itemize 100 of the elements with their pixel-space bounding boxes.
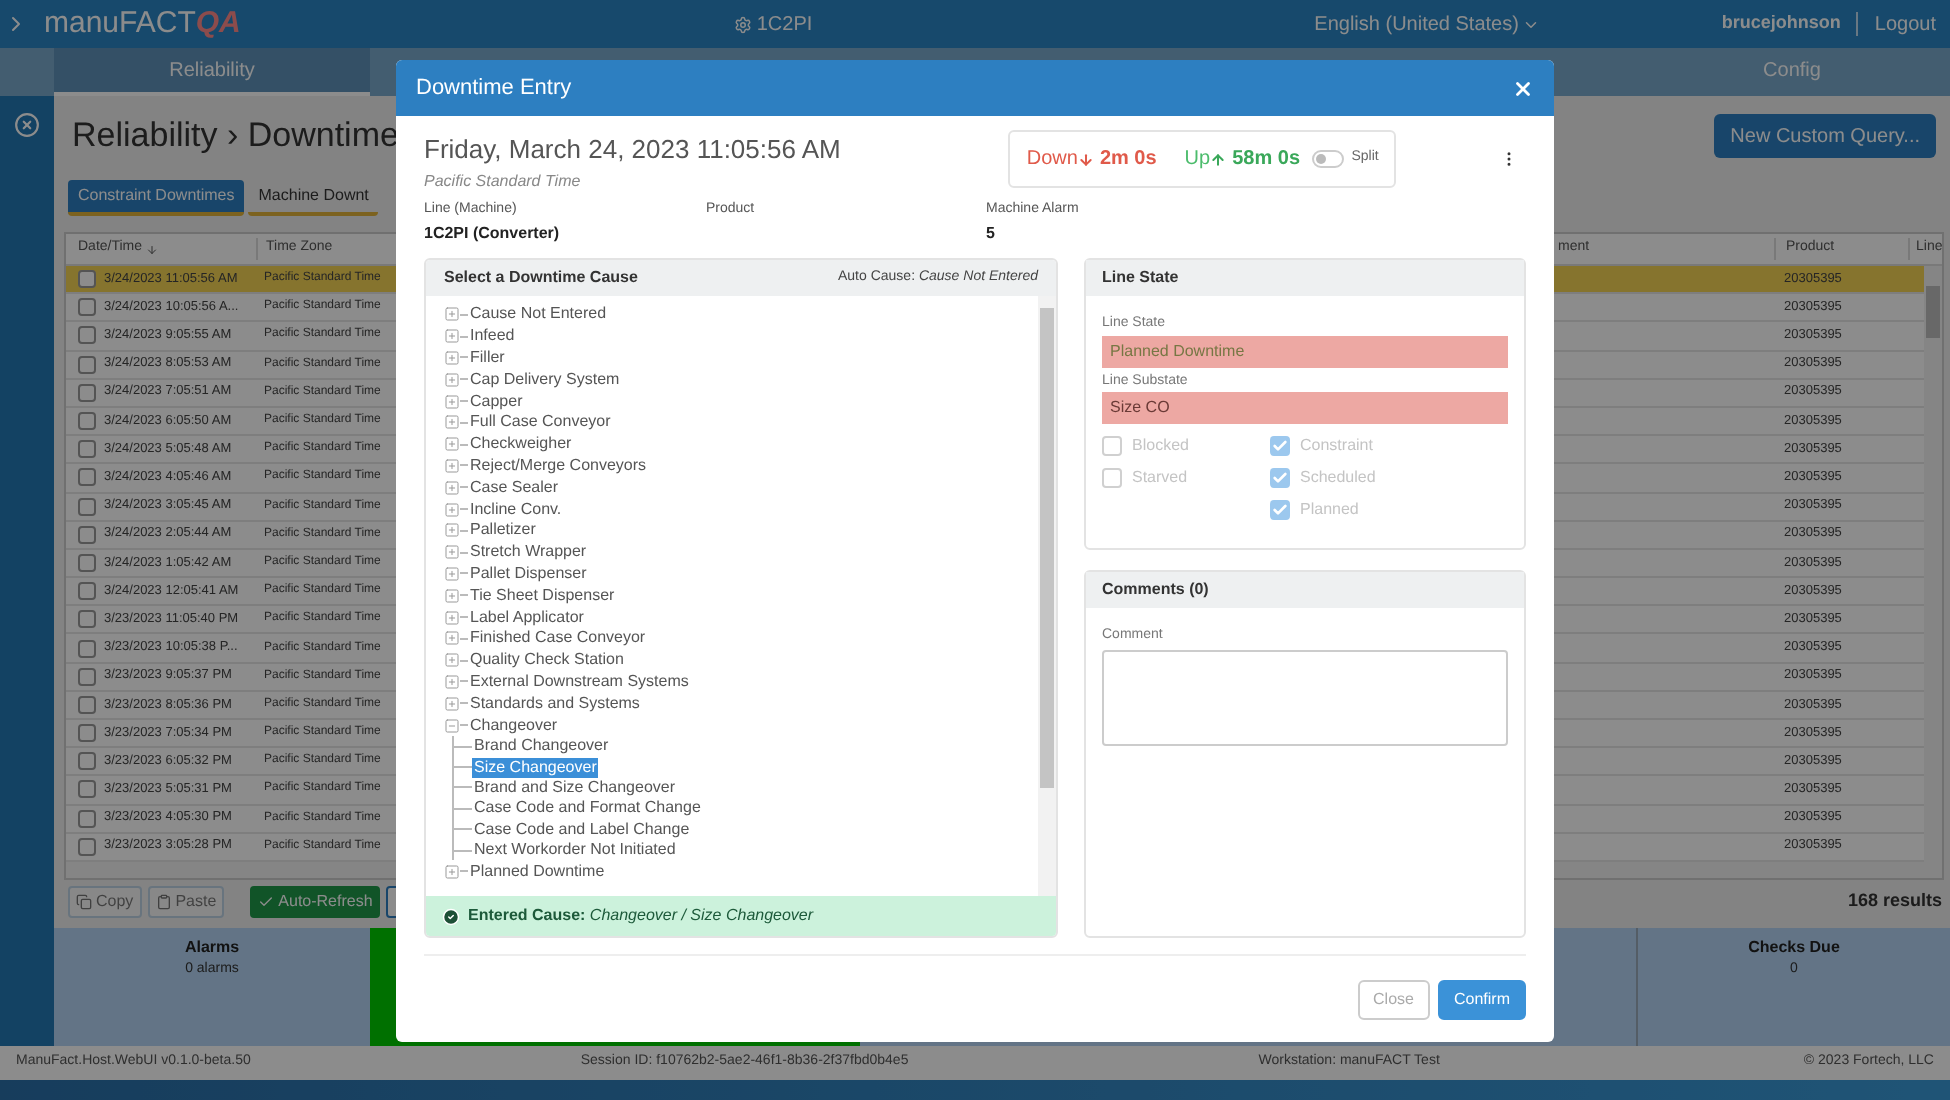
downtime-date: Friday, March 24, 2023 11:05:56 AM — [424, 132, 841, 168]
tree-item[interactable]: Pallet Dispenser — [468, 563, 589, 584]
checkbox[interactable] — [78, 440, 96, 459]
tree-item[interactable]: Planned Downtime — [468, 861, 607, 882]
checkbox-label: Blocked — [1132, 434, 1189, 458]
checkbox[interactable] — [78, 412, 96, 431]
tree-item[interactable]: Case Code and Format Change — [472, 798, 703, 819]
line-substate-field[interactable]: Size CO — [1102, 392, 1508, 424]
expand-icon[interactable] — [444, 609, 460, 626]
tree-item[interactable]: Label Applicator — [468, 607, 586, 628]
checkbox[interactable] — [78, 355, 96, 374]
comment-field[interactable] — [1102, 649, 1508, 745]
tree-item[interactable]: Standards and Systems — [468, 693, 642, 714]
expand-icon[interactable] — [444, 393, 460, 410]
scrollbar[interactable] — [1924, 266, 1942, 862]
check-circle-icon — [442, 907, 460, 925]
checkbox[interactable] — [78, 809, 96, 828]
expand-icon[interactable] — [444, 436, 460, 453]
checkbox-label: Planned — [1300, 498, 1359, 522]
tree-item[interactable]: Quality Check Station — [468, 650, 626, 671]
username: brucejohnson — [1721, 10, 1841, 37]
checkbox[interactable] — [78, 837, 96, 856]
tree-item[interactable]: Incline Conv. — [468, 499, 564, 520]
tree-item[interactable]: Reject/Merge Conveyors — [468, 455, 649, 476]
tree-item[interactable]: Cap Delivery System — [468, 369, 622, 390]
checkbox-label: Starved — [1132, 466, 1188, 490]
checkbox[interactable] — [78, 497, 96, 516]
checkbox[interactable] — [78, 667, 96, 686]
checkbox[interactable] — [78, 270, 96, 289]
tree-item[interactable]: Changeover — [468, 715, 560, 736]
expand-icon[interactable] — [444, 479, 460, 496]
site-name: 1C2PI — [756, 11, 813, 39]
expand-icon[interactable] — [444, 695, 460, 712]
checkbox[interactable] — [78, 610, 96, 629]
expand-icon[interactable] — [444, 306, 460, 323]
checkbox[interactable] — [78, 752, 96, 771]
down-label: Down — [1026, 146, 1078, 174]
expand-icon[interactable] — [444, 349, 460, 366]
expand-icon[interactable] — [444, 544, 460, 561]
scrollbar[interactable] — [1038, 296, 1056, 896]
checkbox[interactable] — [78, 326, 96, 345]
tree-item[interactable]: Stretch Wrapper — [468, 542, 589, 563]
tree-item[interactable]: Next Workorder Not Initiated — [472, 840, 678, 861]
sort-icon — [146, 243, 159, 255]
expand-icon[interactable] — [444, 652, 460, 669]
results-count: 168 results — [1847, 888, 1942, 915]
tree-item[interactable]: Palletizer — [468, 520, 538, 541]
close-icon[interactable] — [1512, 77, 1534, 99]
checkbox[interactable] — [78, 525, 96, 544]
checkbox[interactable] — [78, 780, 96, 799]
checkbox[interactable] — [78, 639, 96, 658]
tree-item[interactable]: Case Sealer — [468, 477, 561, 498]
page-title: Reliability › Downtime — [72, 114, 399, 159]
checkbox[interactable] — [78, 553, 96, 572]
checkbox[interactable] — [78, 695, 96, 714]
collapse-icon[interactable] — [444, 717, 460, 734]
tree-item[interactable]: External Downstream Systems — [468, 671, 691, 692]
tab[interactable]: Machine Downt — [248, 180, 379, 216]
tree-item[interactable]: Filler — [468, 347, 507, 368]
up-duration: 58m 0s — [1232, 146, 1301, 174]
arrow-down-icon — [1077, 151, 1094, 167]
checkbox-label: Scheduled — [1300, 466, 1376, 490]
checkbox[interactable] — [78, 582, 96, 601]
tree-item[interactable]: Case Code and Label Change — [472, 819, 692, 840]
expand-icon[interactable] — [444, 565, 460, 582]
expand-icon[interactable] — [444, 501, 460, 518]
expand-icon[interactable] — [444, 587, 460, 604]
tree-item[interactable]: Checkweigher — [468, 434, 574, 455]
arrow-up-icon — [1210, 151, 1227, 167]
expand-icon[interactable] — [444, 457, 460, 474]
environment-label: QA — [195, 3, 241, 44]
down-duration: 2m 0s — [1099, 146, 1157, 174]
tree-item[interactable]: Capper — [468, 391, 525, 412]
split-toggle[interactable] — [1311, 150, 1344, 168]
close-icon[interactable] — [14, 112, 40, 138]
expand-icon[interactable] — [444, 371, 460, 388]
panel-title: Comments (0) — [1102, 578, 1209, 602]
panel-title: Alarms — [184, 936, 240, 960]
expand-icon[interactable] — [444, 522, 460, 539]
tree-item[interactable]: Brand Changeover — [472, 736, 611, 757]
checkbox[interactable] — [78, 468, 96, 487]
checkbox[interactable] — [78, 298, 96, 317]
field-value: 5 — [986, 222, 997, 246]
tree-item[interactable]: Finished Case Conveyor — [468, 628, 648, 649]
panel-title: Select a Downtime Cause — [444, 266, 638, 290]
tree-item[interactable]: Full Case Conveyor — [468, 412, 613, 433]
expand-icon[interactable] — [444, 673, 460, 690]
gear-icon — [734, 15, 753, 33]
tree-item[interactable]: Brand and Size Changeover — [472, 777, 678, 798]
checkbox[interactable] — [78, 724, 96, 743]
expand-icon[interactable] — [444, 630, 460, 647]
expand-icon[interactable] — [444, 328, 460, 345]
expand-icon[interactable] — [444, 863, 460, 880]
tree-item[interactable]: Cause Not Entered — [468, 304, 609, 325]
up-label: Up — [1184, 146, 1211, 174]
tree-item[interactable]: Infeed — [468, 326, 517, 347]
tree-item[interactable]: Tie Sheet Dispenser — [468, 585, 617, 606]
entered-cause: Entered Cause: Changeover / Size Changeover — [468, 904, 814, 928]
expand-icon[interactable] — [444, 414, 460, 431]
checkbox[interactable] — [78, 383, 96, 402]
